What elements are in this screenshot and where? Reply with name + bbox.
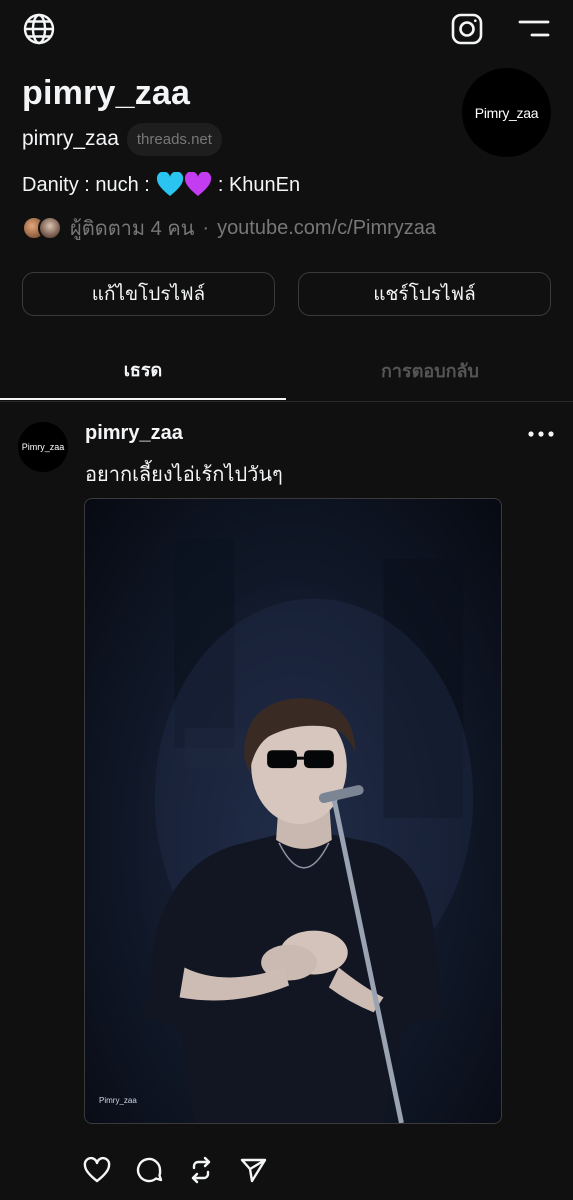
follower-avatar[interactable] (38, 216, 62, 240)
globe-icon[interactable] (22, 12, 56, 46)
profile-avatar[interactable]: Pimry_zaa (462, 68, 551, 157)
separator-dot: · (202, 216, 210, 239)
post-text: อยากเลี้ยงไอ่เร้กไปวันๆ (85, 462, 283, 486)
post-image[interactable]: Pimry_zaa (84, 498, 502, 1124)
repost-icon[interactable] (186, 1155, 216, 1185)
username: pimry_zaa (22, 127, 119, 150)
send-icon[interactable] (238, 1155, 268, 1185)
instagram-icon[interactable] (450, 12, 484, 46)
followers-count[interactable]: ผู้ติดตาม 4 คน (70, 212, 194, 244)
tab-threads[interactable]: เธรด (0, 340, 286, 400)
tab-replies[interactable]: การตอบกลับ (287, 340, 573, 400)
profile-page: pimry_zaa pimry_zaa threads.net Pimry_za… (0, 0, 573, 1200)
handle-row: pimry_zaa threads.net (22, 122, 222, 156)
bio-suffix: : KhunEn (217, 173, 301, 196)
more-options-icon[interactable] (526, 426, 556, 442)
display-name: pimry_zaa (22, 74, 191, 112)
bio-prefix: Danity : nuch : (22, 173, 150, 196)
purple-heart-icon (184, 172, 211, 196)
image-watermark: Pimry_zaa (99, 1096, 137, 1105)
profile-link[interactable]: youtube.com/c/Pimryzaa (217, 217, 436, 240)
concert-photo-illustration (144, 538, 474, 1123)
bio: Danity : nuch : : KhunEn (22, 172, 300, 198)
post-actions (82, 1154, 268, 1186)
post-avatar[interactable]: Pimry_zaa (18, 422, 68, 472)
comment-icon[interactable] (134, 1155, 164, 1185)
heart-icon[interactable] (82, 1155, 112, 1185)
top-bar (0, 0, 573, 60)
post-username[interactable]: pimry_zaa (85, 422, 183, 445)
hearts-emoji (156, 172, 212, 198)
threads-domain-badge[interactable]: threads.net (126, 122, 222, 156)
menu-icon[interactable] (516, 16, 552, 42)
share-profile-button[interactable]: แชร์โปรไฟล์ (298, 272, 551, 316)
edit-profile-button[interactable]: แก้ไขโปรไฟล์ (22, 272, 275, 316)
avatar-text: Pimry_zaa (474, 104, 539, 121)
followers-row: ผู้ติดตาม 4 คน · youtube.com/c/Pimryzaa (22, 212, 436, 244)
profile-tabs: เธรด การตอบกลับ (0, 340, 573, 402)
post-avatar-text: Pimry_zaa (21, 442, 65, 452)
blue-heart-icon (156, 172, 183, 196)
